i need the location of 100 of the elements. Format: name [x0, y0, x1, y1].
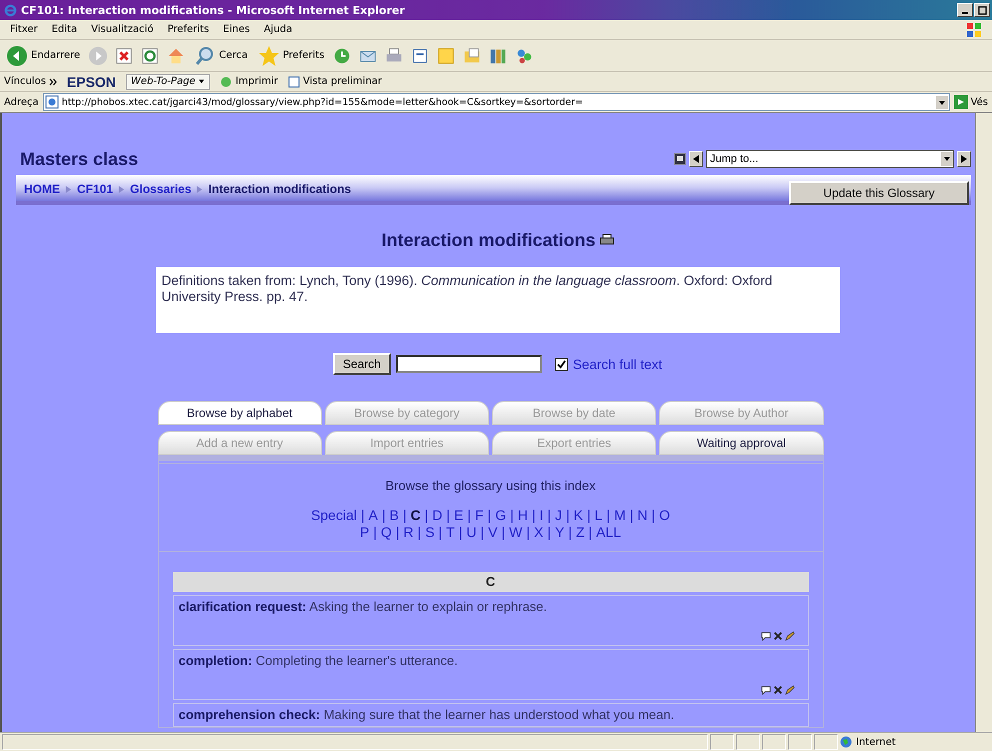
web-to-page-button[interactable]: Web-To-Page	[126, 74, 210, 90]
letter-link[interactable]: F	[474, 507, 484, 524]
links-label[interactable]: Vínculos	[4, 76, 46, 87]
print-button[interactable]: Imprimir	[220, 76, 278, 88]
separator: |	[501, 524, 506, 541]
letter-link[interactable]: A	[368, 507, 378, 524]
menu-item[interactable]: Preferits	[167, 24, 210, 35]
edit-icon[interactable]	[784, 631, 794, 641]
separator-icon	[118, 186, 126, 192]
back-button[interactable]: Endarrere	[4, 44, 82, 66]
favorites-button[interactable]: Preferits	[256, 44, 326, 66]
index-caption: Browse the glossary using this index	[385, 478, 596, 493]
menu-item[interactable]: Edita	[52, 24, 78, 35]
separator: |	[547, 507, 552, 524]
letter-link[interactable]: O	[659, 507, 670, 524]
letter-link[interactable]: E	[454, 507, 464, 524]
go-button[interactable]: Vés	[954, 95, 988, 109]
checkbox[interactable]	[554, 358, 568, 370]
current-letter[interactable]: C	[410, 507, 421, 524]
letter-link[interactable]: T	[446, 524, 455, 541]
letter-link[interactable]: V	[488, 524, 498, 541]
site-name[interactable]: Masters class	[20, 148, 138, 170]
scrollbar[interactable]	[975, 113, 992, 732]
menu-item[interactable]: Ajuda	[264, 24, 292, 35]
next-button[interactable]	[957, 151, 971, 167]
menu-item[interactable]: Visualització	[91, 24, 154, 35]
print-preview-button[interactable]: Vista preliminar	[288, 76, 382, 88]
search-field[interactable]	[396, 355, 542, 373]
page-icon	[44, 95, 59, 109]
letter-link[interactable]: D	[432, 507, 442, 524]
search-button[interactable]: Search	[332, 353, 391, 375]
tab[interactable]: Export entries	[492, 431, 656, 455]
maximize-button[interactable]	[974, 3, 990, 17]
chevron-icon[interactable]	[48, 78, 57, 86]
tab[interactable]: Browse by date	[492, 401, 656, 425]
letter-link[interactable]: K	[574, 507, 583, 524]
tab[interactable]: Import entries	[324, 431, 489, 455]
letter-link[interactable]: S	[425, 524, 435, 541]
minimize-button[interactable]	[957, 3, 973, 17]
letter-link[interactable]: Y	[554, 524, 564, 541]
separator: |	[588, 524, 592, 541]
stop-icon[interactable]	[114, 46, 134, 66]
separator: |	[373, 524, 377, 541]
folder-icon[interactable]	[462, 46, 482, 66]
comment-icon[interactable]	[760, 631, 770, 641]
tab[interactable]: Browse by category	[324, 401, 489, 425]
comment-icon[interactable]	[760, 685, 770, 695]
right-arrow-icon	[960, 155, 968, 163]
breadcrumb-link[interactable]: Glossaries	[130, 182, 192, 196]
security-zone: Internet	[840, 735, 990, 749]
breadcrumb-link[interactable]: HOME	[24, 182, 60, 196]
letter-link[interactable]: W	[509, 524, 522, 541]
previous-button[interactable]	[689, 151, 703, 167]
letter-link[interactable]: U	[466, 524, 476, 541]
letter-link[interactable]: N	[637, 507, 648, 524]
letter-link[interactable]: R	[403, 524, 414, 541]
printer-icon[interactable]	[600, 234, 614, 246]
letter-link[interactable]: L	[594, 507, 602, 524]
delete-icon[interactable]	[772, 631, 782, 641]
breadcrumb-link[interactable]: CF101	[77, 182, 114, 196]
letter-link[interactable]: M	[614, 507, 626, 524]
edit-icon[interactable]	[784, 685, 794, 695]
separator: |	[587, 507, 591, 524]
letter-link[interactable]: P	[360, 524, 370, 541]
screen-icon[interactable]	[674, 153, 686, 165]
letter-link[interactable]: H	[518, 507, 528, 524]
maximize-icon	[978, 6, 986, 14]
tab[interactable]: Browse by alphabet	[158, 401, 322, 425]
letter-link[interactable]: I	[539, 507, 544, 524]
separator: |	[438, 524, 442, 541]
letter-link[interactable]: J	[555, 507, 562, 524]
jump-to-dropdown[interactable]: Jump to...	[706, 150, 954, 168]
tab[interactable]: Add a new entry	[158, 431, 322, 455]
address-label: Adreça	[4, 96, 39, 108]
menu-item[interactable]: Eines	[223, 24, 250, 35]
separator: |	[418, 524, 422, 541]
browser-icon	[4, 4, 17, 16]
search-button[interactable]: Cerca	[192, 44, 250, 66]
tab[interactable]: Waiting approval	[659, 431, 824, 455]
update-glossary-button[interactable]: Update this Glossary	[789, 181, 969, 205]
letter-link[interactable]: Z	[576, 524, 585, 541]
delete-icon[interactable]	[772, 685, 782, 695]
letter-link[interactable]: ALL	[596, 524, 622, 541]
letter-link[interactable]: Special	[310, 507, 357, 524]
letter-link[interactable]: X	[534, 524, 544, 541]
separator: |	[382, 507, 386, 524]
letter-link[interactable]: G	[495, 507, 506, 524]
section-header: C	[172, 572, 808, 592]
menu-item[interactable]: Fitxer	[10, 24, 38, 35]
star-icon	[258, 44, 280, 66]
letter-link[interactable]: Q	[380, 524, 392, 541]
windows-flag-icon	[966, 22, 982, 38]
tab[interactable]: Browse by Author	[659, 401, 824, 425]
separator: |	[532, 507, 536, 524]
letter-link[interactable]: B	[389, 507, 399, 524]
checkbox-label[interactable]: Search full text	[572, 356, 662, 372]
refresh-icon[interactable]	[140, 46, 160, 66]
entry-text: clarification request: Asking the learner to explain or rephrase.	[178, 599, 548, 614]
page-icon	[288, 76, 300, 88]
address-field[interactable]: http://phobos.xtec.cat/jgarci43/mod/glossary/view.php?id=155&mode=letter&hook=C&sortkey=&sortorder=	[42, 93, 950, 111]
